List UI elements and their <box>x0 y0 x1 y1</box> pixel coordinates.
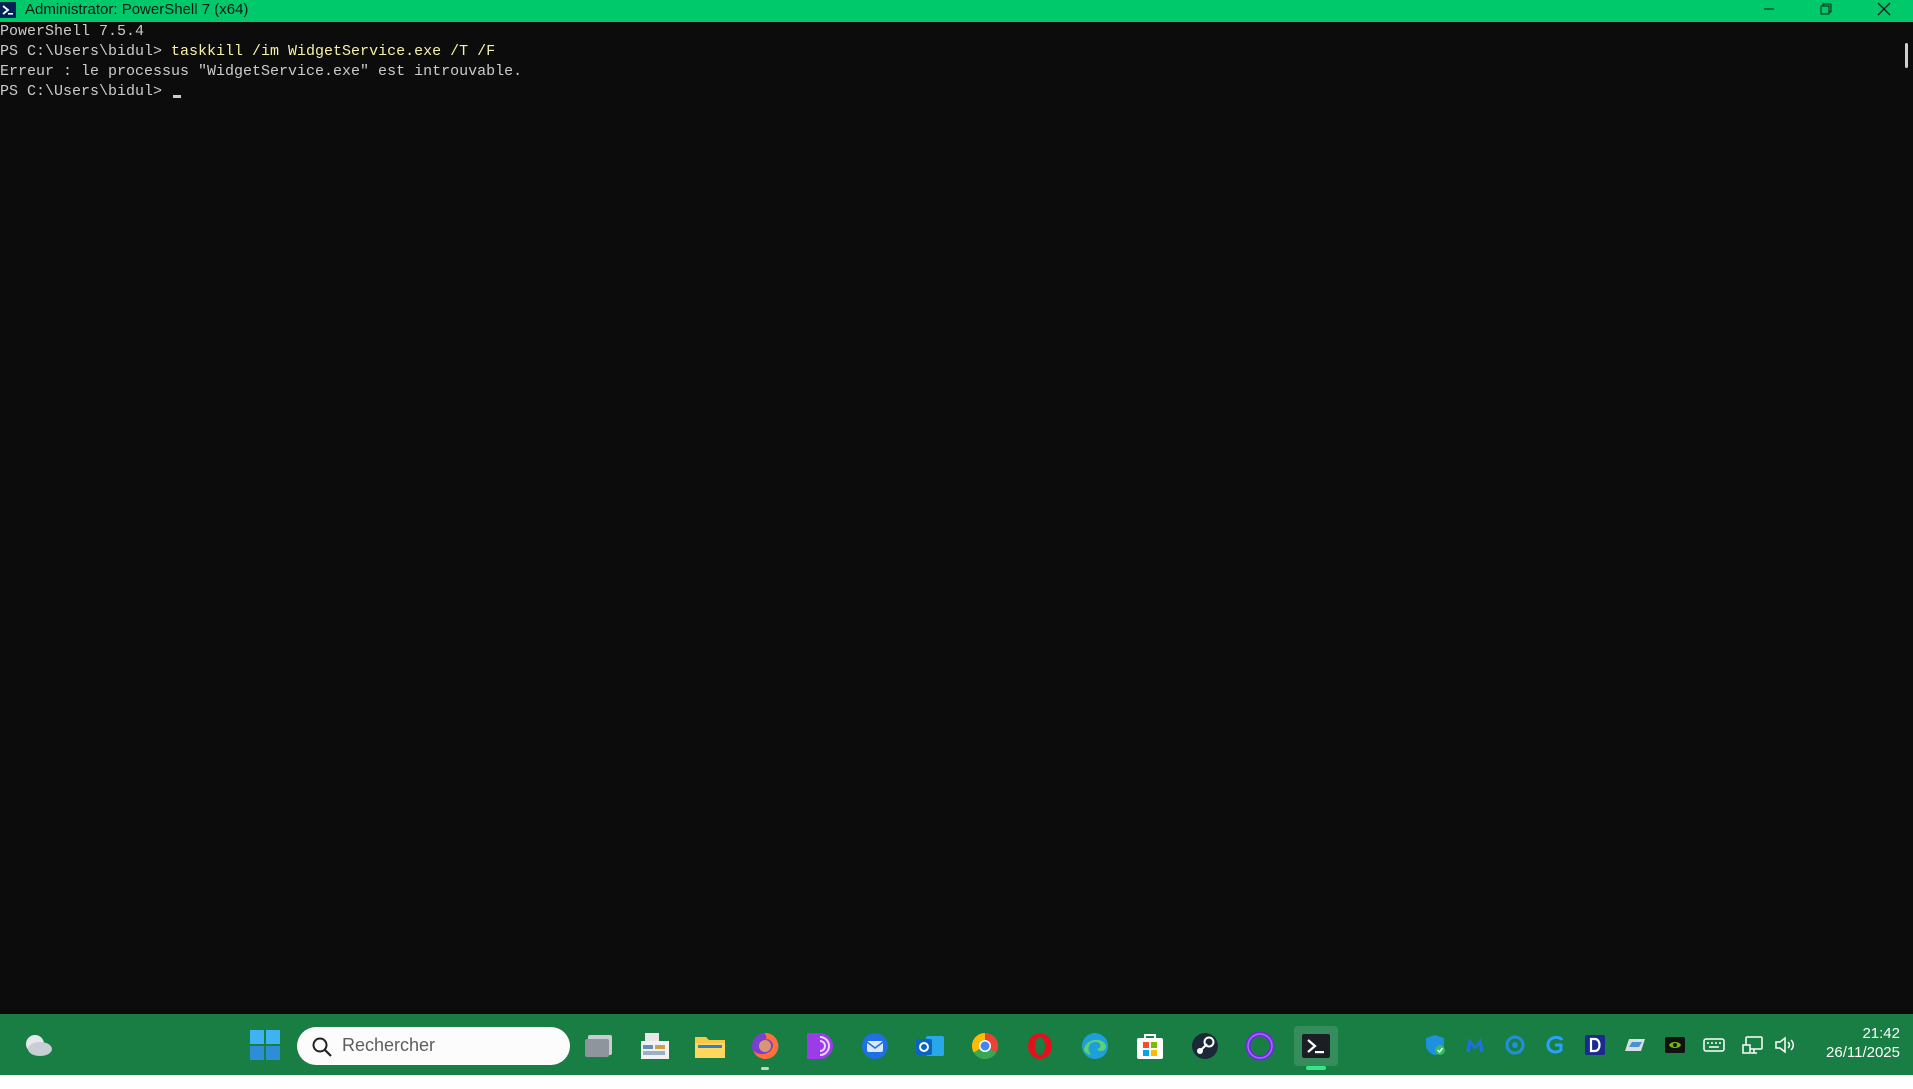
network-icon[interactable] <box>1741 1032 1767 1058</box>
search-box[interactable]: Rechercher <box>297 1027 570 1065</box>
running-indicator <box>761 1067 769 1070</box>
d-app-icon[interactable] <box>1582 1032 1608 1058</box>
opera-icon[interactable] <box>1018 1026 1062 1066</box>
steam-icon[interactable] <box>1183 1026 1227 1066</box>
powershell-window-icon <box>0 2 16 18</box>
close-icon <box>1877 2 1891 16</box>
outlook-icon[interactable] <box>908 1026 952 1066</box>
current-prompt-line[interactable]: PS C:\Users\bidul> <box>0 82 182 102</box>
screen-bottom-edge <box>0 1075 1913 1089</box>
windows-security-icon[interactable] <box>1422 1032 1448 1058</box>
thunderbird-icon[interactable] <box>853 1026 897 1066</box>
prompt: PS C:\Users\bidul> <box>0 43 172 60</box>
window-titlebar[interactable]: Administrator: PowerShell 7 (x64) <box>0 0 1913 22</box>
microsoft-store-icon[interactable] <box>1128 1026 1172 1066</box>
search-placeholder: Rechercher <box>342 1035 436 1055</box>
version-line: PowerShell 7.5.4 <box>0 23 145 40</box>
keyboard-icon[interactable] <box>1701 1032 1727 1058</box>
prompt: PS C:\Users\bidul> <box>0 83 172 100</box>
chrome-icon[interactable] <box>963 1026 1007 1066</box>
malwarebytes-icon[interactable] <box>1462 1032 1488 1058</box>
start-button[interactable] <box>243 1028 287 1062</box>
clock-date: 26/11/2025 <box>1826 1044 1900 1061</box>
console-scrollbar[interactable] <box>1900 22 1913 1014</box>
terminal-console[interactable]: PowerShell 7.5.4 PS C:\Users\bidul> task… <box>0 22 1900 1014</box>
restore-icon <box>1820 3 1832 15</box>
tor-browser-icon[interactable] <box>798 1026 842 1066</box>
text-cursor <box>173 95 182 98</box>
clock[interactable]: 21:42 26/11/2025 <box>1800 1024 1900 1062</box>
firefox-icon[interactable] <box>743 1026 787 1070</box>
window-title: Administrator: PowerShell 7 (x64) <box>25 1 249 18</box>
volume-icon[interactable] <box>1772 1032 1798 1058</box>
nvidia-icon[interactable] <box>1662 1032 1688 1058</box>
powershell-icon[interactable] <box>1294 1026 1338 1070</box>
command-text: taskkill /im WidgetService.exe /T /F <box>171 43 496 60</box>
error-line: Erreur : le processus "WidgetService.exe… <box>0 63 523 80</box>
display-settings-icon[interactable] <box>1622 1032 1648 1058</box>
command-line: PS C:\Users\bidul> taskkill /im WidgetSe… <box>0 42 495 62</box>
file-manager-icon[interactable] <box>633 1026 677 1066</box>
weather-widget-icon[interactable] <box>20 1030 56 1060</box>
clock-time: 21:42 <box>1862 1025 1900 1042</box>
minimize-button[interactable] <box>1746 0 1792 18</box>
edge-icon[interactable] <box>1073 1026 1117 1066</box>
active-indicator <box>1306 1066 1326 1070</box>
taskbar: Rechercher 21:42 26/11/2025 <box>0 1014 1913 1075</box>
close-button[interactable] <box>1861 0 1907 18</box>
restore-button[interactable] <box>1803 0 1849 18</box>
task-view-icon[interactable] <box>578 1026 622 1066</box>
minimize-icon <box>1764 8 1774 10</box>
search-icon <box>312 1037 332 1057</box>
scrollbar-thumb[interactable] <box>1905 43 1908 68</box>
proton-vpn-icon[interactable] <box>1238 1026 1282 1066</box>
windows-logo-icon <box>250 1030 280 1060</box>
cloud-sync-icon[interactable] <box>1502 1032 1528 1058</box>
g-app-icon[interactable] <box>1542 1032 1568 1058</box>
file-explorer-icon[interactable] <box>688 1026 732 1066</box>
